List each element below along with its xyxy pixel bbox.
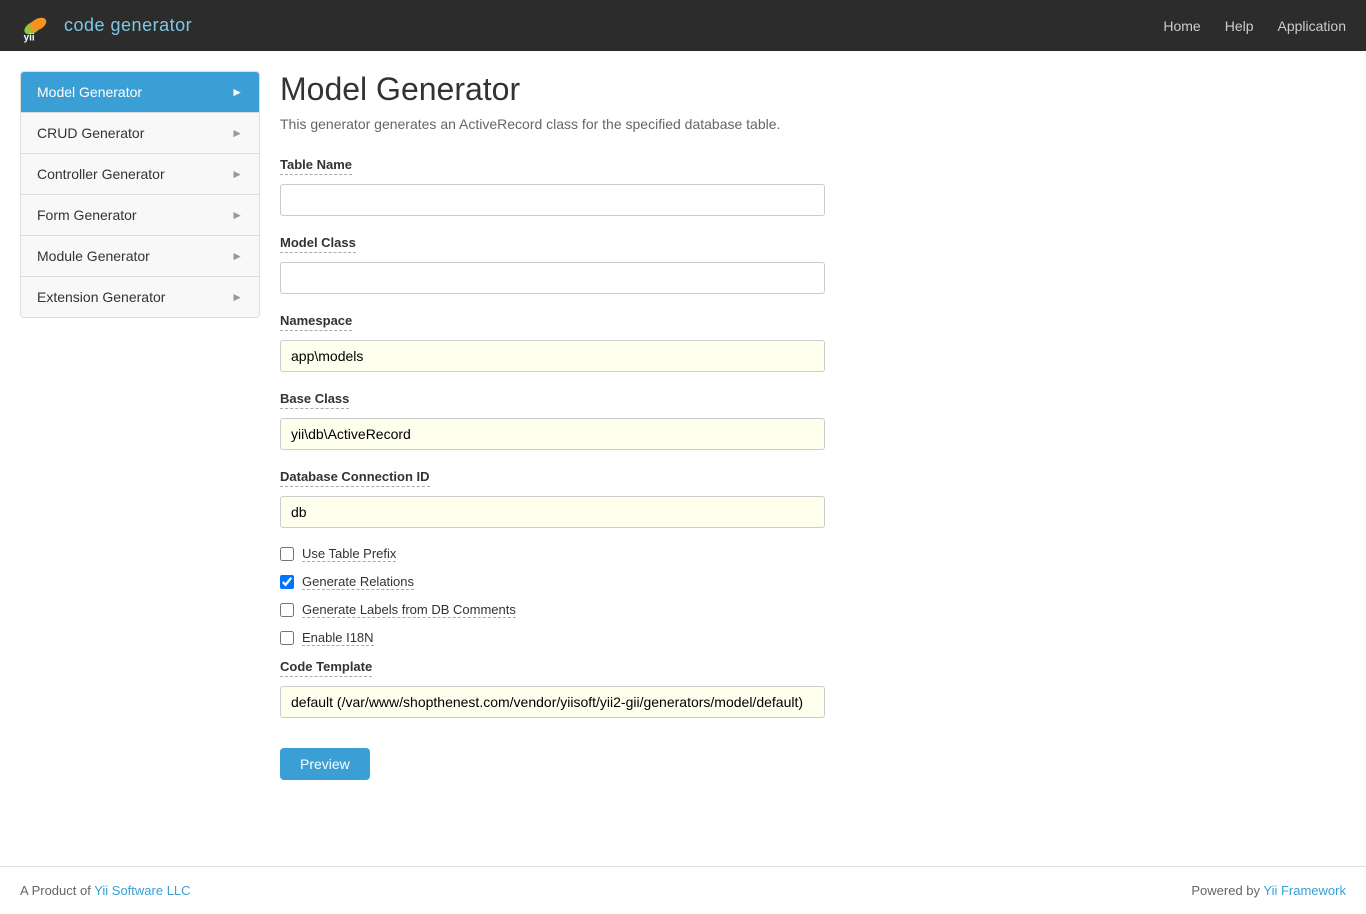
- nav-home[interactable]: Home: [1163, 18, 1200, 34]
- sidebar-item-label: CRUD Generator: [37, 125, 144, 141]
- footer-right: Powered by Yii Framework: [1191, 883, 1346, 898]
- enable-i18n-group: Enable I18N: [280, 630, 1346, 646]
- code-template-input[interactable]: [280, 686, 825, 718]
- enable-i18n-checkbox[interactable]: [280, 631, 294, 645]
- model-class-input[interactable]: [280, 262, 825, 294]
- table-name-label: Table Name: [280, 157, 352, 175]
- sidebar-item-extension-generator[interactable]: Extension Generator ►: [21, 277, 259, 317]
- generate-relations-checkbox[interactable]: [280, 575, 294, 589]
- use-table-prefix-group: Use Table Prefix: [280, 546, 1346, 562]
- sidebar-item-form-generator[interactable]: Form Generator ►: [21, 195, 259, 236]
- generate-relations-label[interactable]: Generate Relations: [302, 574, 414, 590]
- main-container: Model Generator ► CRUD Generator ► Contr…: [0, 51, 1366, 866]
- page-title: Model Generator: [280, 71, 1346, 108]
- sidebar-item-label: Form Generator: [37, 207, 137, 223]
- db-connection-input[interactable]: [280, 496, 825, 528]
- generate-labels-label[interactable]: Generate Labels from DB Comments: [302, 602, 516, 618]
- footer-right-link[interactable]: Yii Framework: [1263, 883, 1346, 898]
- navbar: yii code generator Home Help Application: [0, 0, 1366, 51]
- sidebar-item-label: Model Generator: [37, 84, 142, 100]
- generate-labels-group: Generate Labels from DB Comments: [280, 602, 1346, 618]
- namespace-label: Namespace: [280, 313, 352, 331]
- preview-button[interactable]: Preview: [280, 748, 370, 780]
- page-description: This generator generates an ActiveRecord…: [280, 116, 1346, 132]
- footer-left-link[interactable]: Yii Software LLC: [94, 883, 190, 898]
- namespace-input[interactable]: [280, 340, 825, 372]
- table-name-input[interactable]: [280, 184, 825, 216]
- base-class-label: Base Class: [280, 391, 349, 409]
- sidebar-item-label: Extension Generator: [37, 289, 165, 305]
- sidebar-item-crud-generator[interactable]: CRUD Generator ►: [21, 113, 259, 154]
- code-template-label: Code Template: [280, 659, 372, 677]
- model-class-label: Model Class: [280, 235, 356, 253]
- brand: yii code generator: [20, 8, 192, 44]
- navbar-nav: Home Help Application: [1163, 18, 1346, 34]
- footer-left-text: A Product of: [20, 883, 94, 898]
- sidebar-item-module-generator[interactable]: Module Generator ►: [21, 236, 259, 277]
- svg-text:yii: yii: [24, 32, 35, 43]
- use-table-prefix-label[interactable]: Use Table Prefix: [302, 546, 396, 562]
- chevron-right-icon: ►: [231, 167, 243, 181]
- generate-relations-group: Generate Relations: [280, 574, 1346, 590]
- sidebar: Model Generator ► CRUD Generator ► Contr…: [20, 71, 260, 318]
- model-class-group: Model Class: [280, 234, 1346, 294]
- yii-logo-icon: yii: [20, 8, 56, 44]
- generate-labels-checkbox[interactable]: [280, 603, 294, 617]
- sidebar-item-controller-generator[interactable]: Controller Generator ►: [21, 154, 259, 195]
- chevron-right-icon: ►: [231, 290, 243, 304]
- chevron-right-icon: ►: [231, 126, 243, 140]
- namespace-group: Namespace: [280, 312, 1346, 372]
- db-connection-label: Database Connection ID: [280, 469, 430, 487]
- chevron-right-icon: ►: [231, 208, 243, 222]
- footer-right-text: Powered by: [1191, 883, 1263, 898]
- db-connection-group: Database Connection ID: [280, 468, 1346, 528]
- base-class-input[interactable]: [280, 418, 825, 450]
- sidebar-item-label: Controller Generator: [37, 166, 165, 182]
- nav-help[interactable]: Help: [1225, 18, 1254, 34]
- use-table-prefix-checkbox[interactable]: [280, 547, 294, 561]
- chevron-right-icon: ►: [231, 85, 243, 99]
- content-area: Model Generator This generator generates…: [280, 71, 1346, 780]
- footer-left: A Product of Yii Software LLC: [20, 883, 191, 898]
- navbar-brand-text: code generator: [64, 15, 192, 36]
- chevron-right-icon: ►: [231, 249, 243, 263]
- base-class-group: Base Class: [280, 390, 1346, 450]
- sidebar-item-model-generator[interactable]: Model Generator ►: [21, 72, 259, 113]
- nav-application[interactable]: Application: [1278, 18, 1347, 34]
- code-template-group: Code Template: [280, 658, 1346, 718]
- enable-i18n-label[interactable]: Enable I18N: [302, 630, 374, 646]
- footer: A Product of Yii Software LLC Powered by…: [0, 866, 1366, 914]
- table-name-group: Table Name: [280, 156, 1346, 216]
- sidebar-item-label: Module Generator: [37, 248, 150, 264]
